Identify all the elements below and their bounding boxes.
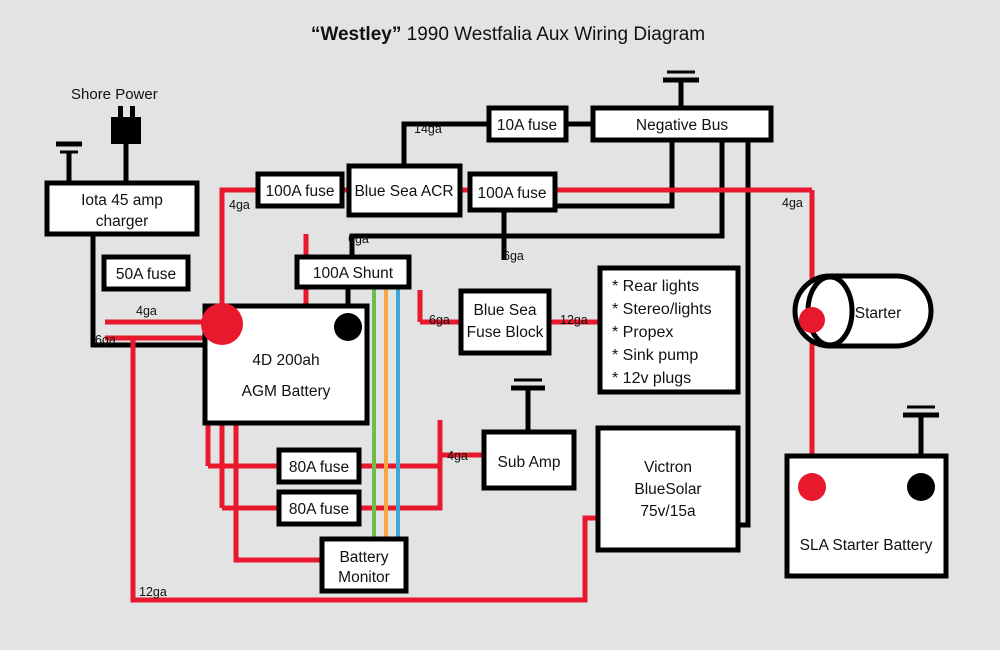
ground-icon-negative-bus [663,70,699,83]
fuse-block-label-line2: Fuse Block [467,324,544,341]
component-loads-list[interactable]: * Rear lights * Stereo/lights * Propex *… [597,265,741,395]
page-title-quoted: “Westley” [311,24,401,45]
component-blue-sea-acr[interactable]: Blue Sea ACR [346,163,463,218]
terminal-battery-negative [334,313,362,341]
gauge-label-fuse100-to-battery: 4ga [229,198,250,212]
component-100a-shunt[interactable]: 100A Shunt [294,254,412,290]
negative-bus-label: Negative Bus [636,117,728,134]
fuse-50a-label: 50A fuse [116,266,176,283]
gauge-label-charger-to-battery: 4ga [136,304,157,318]
fuse-80a-upper-label: 80A fuse [289,459,349,476]
agm-battery-label-line2: AGM Battery [242,383,331,400]
battery-monitor-label-line2: Monitor [338,569,390,586]
agm-battery-label-line1: 4D 200ah [252,352,319,369]
component-10a-fuse[interactable]: 10A fuse [486,105,569,143]
ground-icon-sla-battery [903,405,939,418]
component-blue-sea-fuse-block[interactable]: Blue Sea Fuse Block [458,288,552,356]
gauge-label-bottom-run: 12ga [139,585,167,599]
gauge-label-shunt-to-negbus: 6ga [348,232,369,246]
diagram-svg: “Westley” 1990 Westfalia Aux Wiring Diag… [44,24,949,603]
victron-label-line1: Victron [644,459,692,476]
load-item-1: * Stereo/lights [612,301,712,318]
fuse-block-label-line1: Blue Sea [474,302,537,319]
gauge-label-fuseblock-neg: 6ga [503,249,524,263]
terminal-battery-positive [201,303,243,345]
sla-battery-label: SLA Starter Battery [800,537,933,554]
gauge-label-subamp: 4ga [447,449,468,463]
wiring-diagram-canvas: “Westley” 1990 Westfalia Aux Wiring Diag… [0,0,1000,650]
load-item-3: * Sink pump [612,347,698,364]
iota-charger-label-line1: Iota 45 amp [81,192,163,209]
shore-power-plug-icon [111,106,141,144]
page-title: “Westley” 1990 Westfalia Aux Wiring Diag… [311,24,705,45]
gauge-label-charger-ground: 6ga [95,333,116,347]
ground-icon-charger [56,141,82,154]
ground-icon-sub-amp [511,378,545,391]
load-item-2: * Propex [612,324,673,341]
fuse-80a-lower-label: 80A fuse [289,501,349,518]
sub-amp-label: Sub Amp [498,454,561,471]
gauge-label-fuseblock-to-loads: 12ga [560,313,588,327]
fuse-10a-label: 10A fuse [497,117,557,134]
component-victron-bluesolar[interactable]: Victron BlueSolar 75v/15a [595,425,741,553]
component-80a-fuse-lower[interactable]: 80A fuse [276,489,362,527]
acr-label: Blue Sea ACR [354,183,453,200]
terminal-starter-positive [799,307,825,333]
battery-monitor-label-line1: Battery [339,549,388,566]
component-battery-monitor[interactable]: Battery Monitor [319,536,409,594]
gauge-label-acr-to-10a: 14ga [414,122,442,136]
shore-power-label: Shore Power [71,86,158,103]
fuse-100a-right-label: 100A fuse [478,185,547,202]
component-100a-fuse-right[interactable]: 100A fuse [467,171,558,213]
component-sub-amp[interactable]: Sub Amp [481,429,577,491]
load-item-4: * 12v plugs [612,370,691,387]
component-negative-bus[interactable]: Negative Bus [590,105,774,143]
gauge-label-fuseblock-pos: 6ga [429,313,450,327]
victron-label-line3: 75v/15a [640,503,696,520]
gauge-label-bus-to-starter: 4ga [782,196,803,210]
terminal-sla-negative [907,473,935,501]
component-50a-fuse[interactable]: 50A fuse [101,254,191,292]
component-100a-fuse-left[interactable]: 100A fuse [255,171,345,209]
shunt-label: 100A Shunt [313,265,394,282]
load-item-0: * Rear lights [612,278,699,295]
page-title-rest: 1990 Westfalia Aux Wiring Diagram [401,24,705,45]
component-80a-fuse-upper[interactable]: 80A fuse [276,447,362,485]
terminal-sla-positive [798,473,826,501]
fuse-100a-left-label: 100A fuse [266,183,335,200]
iota-charger-label-line2: charger [96,213,149,230]
starter-label: Starter [855,305,902,322]
victron-label-line2: BlueSolar [634,481,701,498]
component-iota-charger[interactable]: Iota 45 amp charger [44,180,200,237]
